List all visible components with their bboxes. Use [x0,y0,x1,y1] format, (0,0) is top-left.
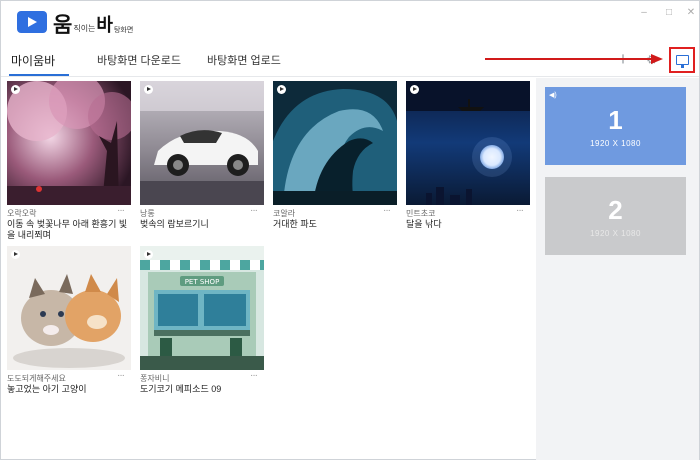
wallpaper-title: 도기코기 메피소드 09 [140,384,222,394]
video-badge-icon [144,250,153,259]
monitor-resolution: 1920 X 1080 [590,138,641,148]
wallpaper-author: 민트초코 [406,209,436,218]
video-badge-icon [11,250,20,259]
annotation-arrow-head [651,54,663,64]
monitor-resolution: 1920 X 1080 [590,228,641,238]
brand-sub-1: 직이는 [73,24,96,33]
more-options-icon[interactable]: ··· [250,370,258,381]
more-options-icon[interactable]: ··· [117,205,125,216]
wallpaper-author: 오락오락 [7,209,37,218]
monitor-icon [675,55,689,68]
wallpaper-title: 이동 속 벚꽃나무 아래 환흥기 빛을 내리쬐며 [7,219,128,240]
wallpaper-author: 퐁자비니 [140,374,170,383]
close-button[interactable]: ✕ [684,7,698,18]
brand-main-1: 움 [53,13,73,37]
monitor-settings-button[interactable] [669,47,695,73]
wallpaper-thumbnail[interactable] [406,81,530,205]
speaker-icon[interactable]: ◀) [549,91,557,99]
video-badge-icon [11,85,20,94]
monitor-number: 1 [608,104,623,135]
more-options-icon[interactable]: ··· [117,370,125,381]
monitor-2-card[interactable]: 2 1920 X 1080 [545,177,686,255]
wallpaper-author: 도도되게해주세요 [7,374,66,383]
wallpaper-title: 벚속의 람보르기니 [140,219,209,229]
tab-wallpaper-upload[interactable]: 바탕화면 업로드 [207,52,281,74]
maximize-button[interactable]: □ [662,7,676,18]
wallpaper-author: 낭롱 [140,209,155,218]
minimize-button[interactable]: – [637,7,651,18]
active-tab-indicator [9,74,69,76]
tab-bar: 마이움바 바탕화면 다운로드 바탕화면 업로드 [1,45,699,77]
monitor-1-card[interactable]: ◀) 1 1920 X 1080 [545,87,686,165]
wallpaper-thumbnail[interactable] [140,81,264,205]
wallpaper-title: 달을 낚다 [406,219,442,229]
title-bar: 움 직이는 바 탕화면 – □ ✕ [1,1,699,45]
wallpaper-thumbnail[interactable] [273,81,397,205]
video-badge-icon [410,85,419,94]
annotation-arrow [485,58,653,60]
wallpaper-title: 거대한 파도 [273,219,317,229]
more-options-icon[interactable]: ··· [516,205,524,216]
wallpaper-gallery: 오락오락 ··· 이동 속 벚꽃나무 아래 환흥기 빛을 내리쬐며 낭롱 ···… [1,78,535,460]
wallpaper-thumbnail[interactable] [7,246,131,370]
wallpaper-title: 놓고었는 아기 고양이 [7,384,87,394]
svg-text:PET SHOP: PET SHOP [185,278,220,286]
app-window: 움 직이는 바 탕화면 – □ ✕ 마이움바 바탕화면 다운로드 바탕화면 업로… [0,0,700,460]
app-logo-icon [17,11,47,33]
wallpaper-thumbnail[interactable]: PET SHOP [140,246,264,370]
more-options-icon[interactable]: ··· [250,205,258,216]
wallpaper-thumbnail[interactable] [7,81,131,205]
video-badge-icon [277,85,286,94]
tab-wallpaper-download[interactable]: 바탕화면 다운로드 [97,52,181,74]
brand-main-2: 바 [96,15,113,36]
tab-my-umba[interactable]: 마이움바 [11,52,55,74]
monitor-number: 2 [608,194,623,225]
wallpaper-author: 코알라 [273,209,296,218]
more-options-icon[interactable]: ··· [383,205,391,216]
app-brand: 움 직이는 바 탕화면 [53,9,133,37]
video-badge-icon [144,85,153,94]
monitor-panel: ◀) 1 1920 X 1080 2 1920 X 1080 [536,78,699,460]
brand-sub-2: 탕화면 [113,27,134,34]
